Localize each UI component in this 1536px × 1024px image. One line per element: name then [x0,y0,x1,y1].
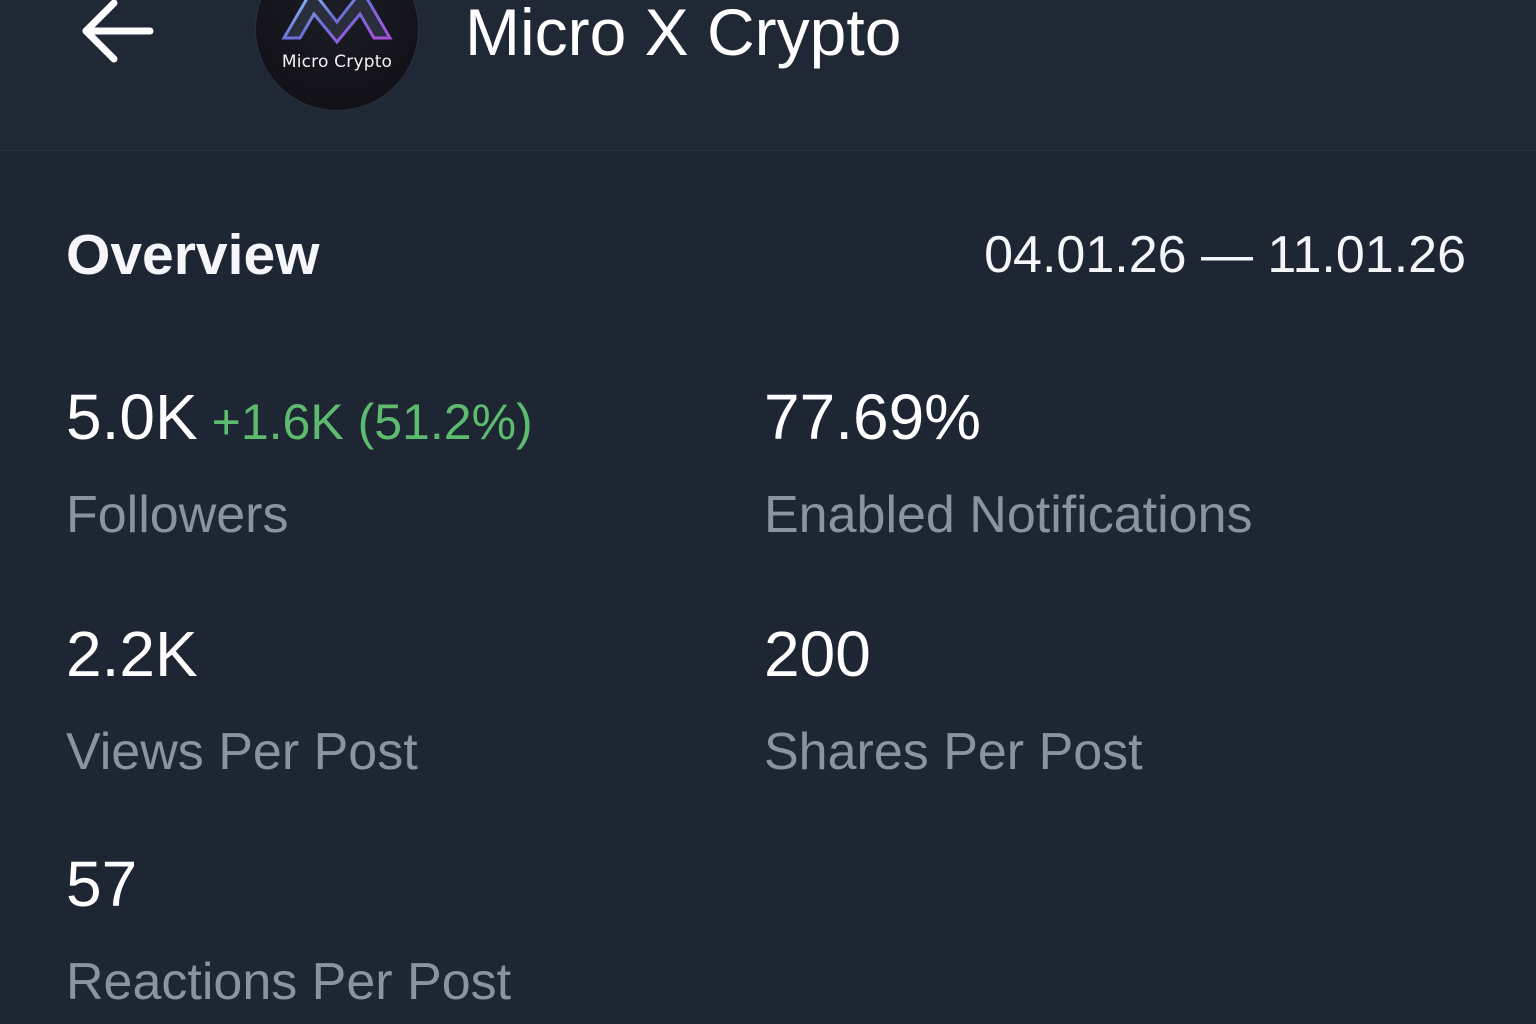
stat-value-row: 2.2K [66,617,706,709]
stat-followers: 5.0K +1.6K (51.2%) Followers [66,380,706,548]
views-label: Views Per Post [66,723,418,781]
views-value: 2.2K [66,618,198,690]
stat-value-row: 77.69% [764,380,1404,472]
stat-shares-per-post: 200 Shares Per Post [764,617,1404,785]
notifications-value: 77.69% [764,381,982,453]
followers-label: Followers [66,486,289,544]
avatar-logo-text: Micro Crypto [281,52,393,72]
stat-views-per-post: 2.2K Views Per Post [66,617,706,785]
stat-enabled-notifications: 77.69% Enabled Notifications [764,380,1404,548]
stat-reactions-per-post: 57 Reactions Per Post [66,847,706,1015]
reactions-label: Reactions Per Post [66,953,512,1011]
reactions-value: 57 [66,848,138,920]
stat-value-row: 5.0K +1.6K (51.2%) [66,380,706,472]
notifications-label: Enabled Notifications [764,486,1253,544]
shares-value: 200 [764,618,871,690]
overview-heading: Overview [66,223,320,287]
date-range[interactable]: 04.01.26 — 11.01.26 [984,222,1466,288]
back-button[interactable] [70,0,166,64]
micro-crypto-logo-icon [276,0,398,53]
followers-delta: +1.6K (51.2%) [211,394,533,450]
shares-label: Shares Per Post [764,723,1143,781]
header-bar: Micro Crypto Micro X Crypto [0,0,1536,151]
stat-value-row: 200 [764,617,1404,709]
channel-statistics-screen: Micro Crypto Micro X Crypto Overview 04.… [0,0,1536,1024]
arrow-left-icon [70,0,166,64]
channel-avatar[interactable]: Micro Crypto [256,0,418,110]
stat-value-row: 57 [66,847,706,939]
channel-title: Micro X Crypto [465,0,902,69]
followers-value: 5.0K [66,381,198,453]
